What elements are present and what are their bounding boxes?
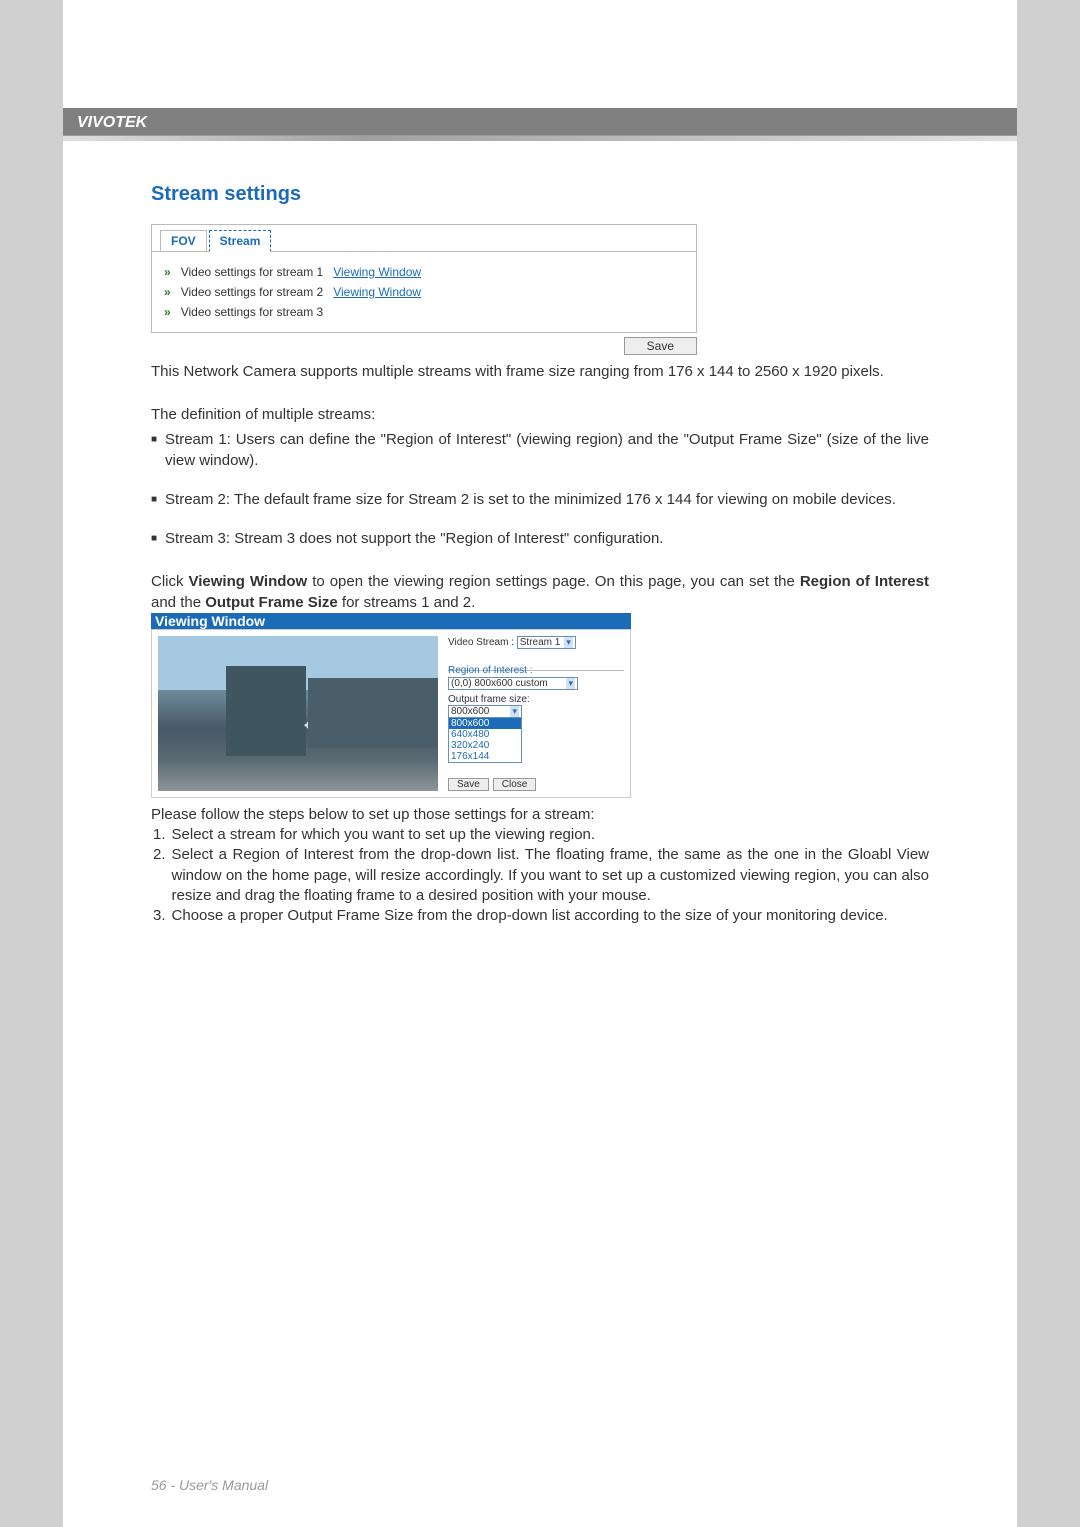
output-frame-size-label: Output frame size: (448, 694, 624, 705)
video-stream-value: Stream 1 (520, 637, 561, 648)
stream-row-label: Video settings for stream 1 (181, 265, 324, 279)
save-button[interactable]: Save (624, 337, 697, 355)
viewing-window-title-bar: Viewing Window (151, 613, 631, 629)
video-stream-label: Video Stream : (448, 637, 514, 648)
section-title: Stream settings (151, 183, 929, 206)
content: Stream settings FOV Stream » Video setti… (63, 141, 1017, 926)
footer-title: User's Manual (179, 1477, 268, 1493)
chevron-right-icon: » (164, 265, 171, 279)
stream-definition-list: ■ Stream 1: Users can define the "Region… (151, 429, 929, 549)
brand-header: VIVOTEK (63, 108, 1017, 135)
viewing-window-controls: Video Stream : Stream 1 ▾ Region of Inte… (448, 636, 624, 791)
output-frame-size-value: 800x600 (451, 706, 489, 717)
stream-settings-list: » Video settings for stream 1 Viewing Wi… (152, 252, 696, 322)
chevron-down-icon: ▾ (510, 706, 519, 717)
camera-preview[interactable]: ✥ (158, 636, 438, 791)
chevron-right-icon: » (164, 305, 171, 319)
output-frame-size-select[interactable]: 800x600 ▾ (448, 705, 522, 718)
list-item: ■ Stream 2: The default frame size for S… (151, 489, 929, 510)
video-stream-select[interactable]: Stream 1 ▾ (517, 636, 576, 649)
select-option[interactable]: 320x240 (449, 740, 521, 751)
video-stream-row: Video Stream : Stream 1 ▾ (448, 636, 624, 649)
steps-list: 1. Select a stream for which you want to… (151, 825, 929, 926)
viewing-window-panel: ✥ Video Stream : Stream 1 ▾ Region of In… (151, 629, 631, 798)
tab-fov[interactable]: FOV (160, 230, 207, 252)
chevron-right-icon: » (164, 285, 171, 299)
step-item: 2. Select a Region of Interest from the … (151, 845, 929, 906)
vw-close-button[interactable]: Close (493, 778, 537, 791)
click-viewing-window-paragraph: Click Viewing Window to open the viewing… (151, 571, 929, 613)
list-item: ■ Stream 3: Stream 3 does not support th… (151, 528, 929, 549)
brand-text: VIVOTEK (77, 114, 147, 131)
square-bullet-icon: ■ (151, 493, 157, 510)
page-number: 56 (151, 1477, 167, 1493)
stream-row-label: Video settings for stream 2 (181, 285, 324, 299)
list-item-text: Stream 2: The default frame size for Str… (165, 489, 896, 510)
square-bullet-icon: ■ (151, 433, 157, 471)
step-number: 3. (153, 906, 166, 926)
save-row: Save (151, 333, 697, 355)
tab-stream[interactable]: Stream (209, 230, 272, 252)
list-item-text: Stream 3: Stream 3 does not support the … (165, 528, 663, 549)
step-item: 1. Select a stream for which you want to… (151, 825, 929, 845)
stream-row[interactable]: » Video settings for stream 1 Viewing Wi… (164, 262, 684, 282)
stream-row-label: Video settings for stream 3 (181, 305, 324, 319)
viewing-window-link[interactable]: Viewing Window (333, 285, 421, 299)
steps-heading: Please follow the steps below to set up … (151, 804, 929, 825)
step-number: 2. (153, 845, 166, 906)
chevron-down-icon: ▾ (564, 637, 573, 648)
page: VIVOTEK Stream settings FOV Stream » Vid… (63, 0, 1017, 1527)
select-option[interactable]: 640x480 (449, 729, 521, 740)
definitions-heading: The definition of multiple streams: (151, 404, 929, 425)
step-number: 1. (153, 825, 166, 845)
vw-save-button[interactable]: Save (448, 778, 489, 791)
stream-panel: FOV Stream » Video settings for stream 1… (151, 224, 697, 333)
select-option[interactable]: 800x600 (449, 718, 521, 729)
roi-value: (0,0) 800x600 custom (451, 678, 548, 689)
output-frame-size-options[interactable]: 800x600 640x480 320x240 176x144 (448, 718, 522, 763)
select-option[interactable]: 176x144 (449, 751, 521, 762)
list-item: ■ Stream 1: Users can define the "Region… (151, 429, 929, 471)
square-bullet-icon: ■ (151, 532, 157, 549)
page-footer: 56 - User's Manual (151, 1477, 268, 1493)
stream-row[interactable]: » Video settings for stream 2 Viewing Wi… (164, 282, 684, 302)
list-item-text: Stream 1: Users can define the "Region o… (165, 429, 929, 471)
tab-bar: FOV Stream (152, 225, 696, 252)
roi-select[interactable]: (0,0) 800x600 custom ▾ (448, 677, 578, 690)
viewing-window-link[interactable]: Viewing Window (333, 265, 421, 279)
chevron-down-icon: ▾ (566, 678, 575, 689)
move-cross-icon[interactable]: ✥ (304, 713, 321, 738)
step-item: 3. Choose a proper Output Frame Size fro… (151, 906, 929, 926)
stream-row[interactable]: » Video settings for stream 3 (164, 302, 684, 322)
intro-paragraph: This Network Camera supports multiple st… (151, 361, 929, 382)
